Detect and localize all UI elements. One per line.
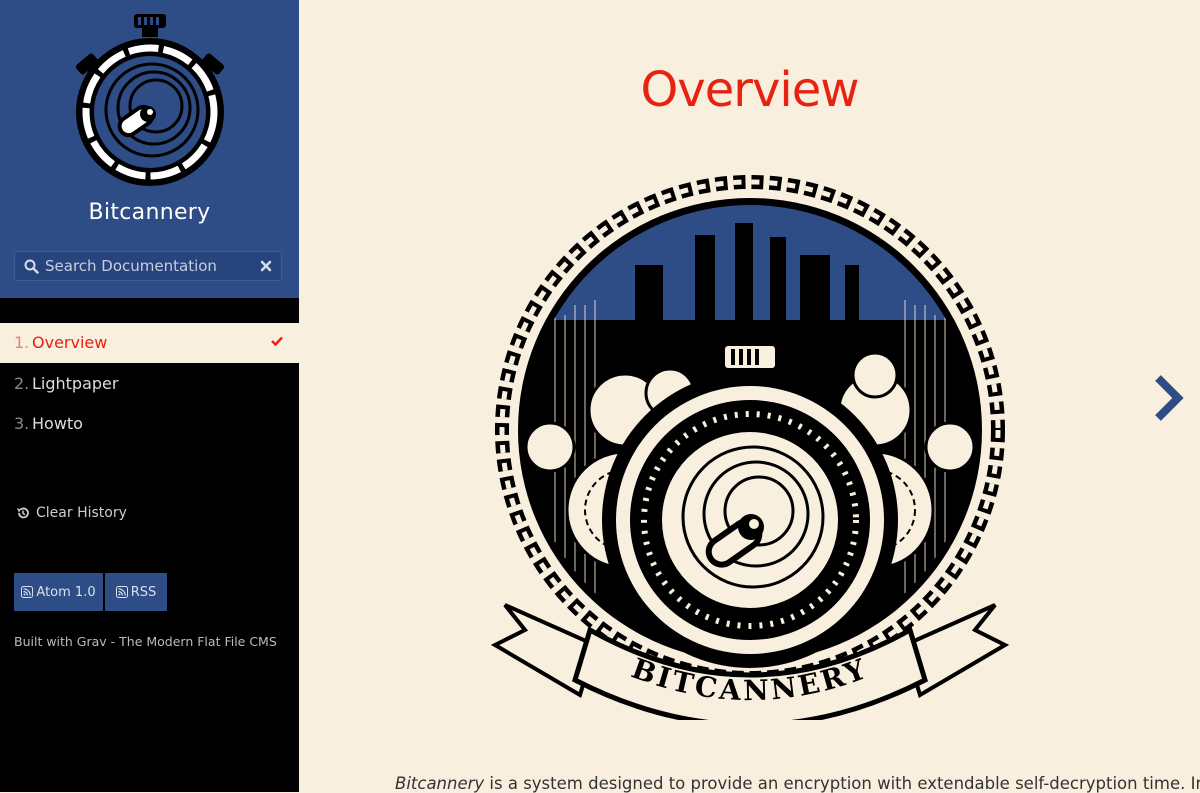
stopwatch-logo[interactable]	[72, 12, 228, 188]
rss-icon	[115, 586, 128, 598]
clear-history-label: Clear History	[36, 505, 127, 521]
nav-item-label: Lightpaper	[32, 374, 119, 393]
nav-item-number: 3.	[14, 414, 30, 433]
nav-item-howto[interactable]: 3. Howto	[0, 404, 299, 444]
nav-item-number: 1.	[14, 333, 30, 352]
nav-item-lightpaper[interactable]: 2. Lightpaper	[0, 364, 299, 404]
page-title: Overview	[640, 62, 860, 118]
clear-search-icon[interactable]	[260, 260, 272, 272]
search-box[interactable]	[14, 251, 282, 281]
search-input[interactable]	[45, 252, 245, 280]
sidebar: Bitcannery 1. Overview 2. Lightpaper 3. …	[0, 0, 299, 792]
intro-emphasis: Bitcannery	[395, 774, 485, 793]
nav-item-label: Howto	[32, 414, 83, 433]
built-with-link[interactable]: Built with Grav - The Modern Flat File C…	[14, 634, 277, 649]
nav-item-number: 2.	[14, 374, 30, 393]
rss-icon	[21, 586, 34, 598]
clear-history-link[interactable]: Clear History	[16, 503, 127, 523]
nav-item-overview[interactable]: 1. Overview	[0, 323, 299, 363]
rss-feed-button[interactable]: RSS	[105, 573, 167, 611]
bitcannery-emblem-image: BITCANNERY	[490, 175, 1010, 720]
next-page-arrow-icon[interactable]	[1150, 373, 1186, 423]
site-title[interactable]: Bitcannery	[0, 200, 299, 225]
check-icon	[271, 336, 283, 346]
history-icon	[17, 507, 29, 519]
intro-text: is a system designed to provide an encry…	[484, 774, 1200, 793]
nav-item-label: Overview	[32, 333, 108, 352]
sidebar-header: Bitcannery	[0, 0, 299, 298]
atom-feed-label: Atom 1.0	[36, 584, 96, 600]
atom-feed-button[interactable]: Atom 1.0	[14, 573, 103, 611]
rss-feed-label: RSS	[130, 584, 157, 600]
intro-paragraph: Bitcannery is a system designed to provi…	[395, 774, 1200, 793]
search-icon	[24, 259, 39, 274]
